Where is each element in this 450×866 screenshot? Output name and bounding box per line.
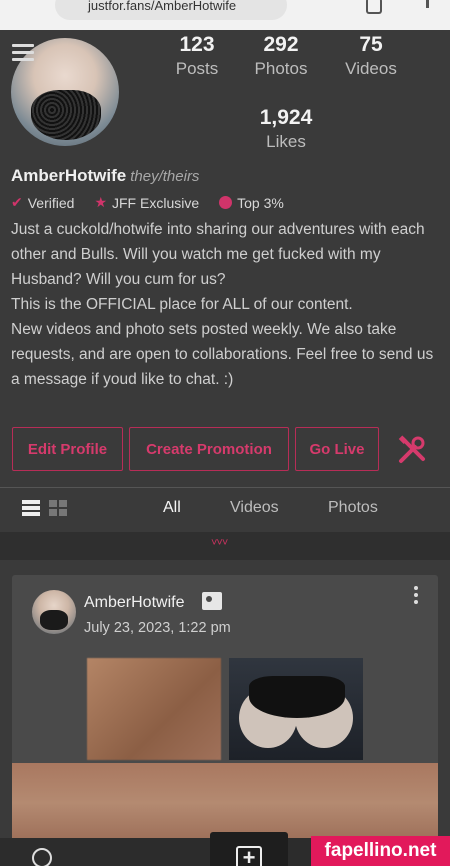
tabs-icon[interactable] <box>366 0 382 14</box>
bio-line-3: New videos and photo sets posted weekly.… <box>11 321 434 388</box>
posts-count: 123 <box>179 33 215 56</box>
profile-username: AmberHotwife they/theirs <box>11 166 199 186</box>
post-avatar[interactable] <box>32 590 76 634</box>
pronouns: they/theirs <box>130 168 200 185</box>
expand-chevrons-icon[interactable]: ˅˅˅ <box>211 537 228 549</box>
likes-count: 1,924 <box>259 106 313 129</box>
tab-videos[interactable]: Videos <box>230 499 279 517</box>
bio-line-2: This is the OFFICIAL place for ALL of ou… <box>11 296 353 313</box>
watermark: fapellino.net <box>311 836 450 866</box>
post-date: July 23, 2023, 1:22 pm <box>84 620 231 636</box>
check-icon: ✔ <box>11 194 23 210</box>
stat-posts[interactable]: 123 Posts <box>157 33 237 79</box>
photos-count: 292 <box>263 33 299 56</box>
exclusive-badge: ★ JFF Exclusive <box>94 194 199 211</box>
star-icon: ★ <box>94 194 107 210</box>
address-text: justfor.fans/AmberHotwife <box>88 0 237 13</box>
top-rank-icon <box>219 196 233 209</box>
top-label: Top 3% <box>237 194 284 211</box>
post-options-icon[interactable] <box>414 586 418 607</box>
stat-likes: 1,924 Likes <box>246 106 326 152</box>
profile-badges: ✔ Verified ★ JFF Exclusive Top 3% <box>11 194 284 211</box>
divider <box>0 487 450 488</box>
stat-videos[interactable]: 75 Videos <box>331 33 411 79</box>
create-promotion-button[interactable]: Create Promotion <box>129 427 289 471</box>
posts-label: Posts <box>175 59 219 78</box>
bio-line-1: Just a cuckold/hotwife into sharing our … <box>11 221 425 288</box>
post-author[interactable]: AmberHotwife <box>84 594 184 612</box>
plus-icon: + <box>236 846 262 866</box>
top-badge: Top 3% <box>219 195 284 211</box>
list-view-icon[interactable] <box>22 500 40 516</box>
edit-profile-button[interactable]: Edit Profile <box>12 427 123 471</box>
post-image-1[interactable] <box>87 658 221 760</box>
likes-label: Likes <box>266 132 306 151</box>
browser-url-bar: justfor.fans/AmberHotwife <box>0 0 450 30</box>
username-text: AmberHotwife <box>11 166 127 185</box>
grid-view-icon[interactable] <box>49 500 67 516</box>
verified-badge: ✔ Verified <box>11 194 74 211</box>
subscribers-only-icon <box>202 592 222 610</box>
videos-count: 75 <box>359 33 383 56</box>
menu-icon[interactable] <box>12 44 34 65</box>
verified-label: Verified <box>27 194 75 211</box>
search-icon[interactable] <box>32 848 52 866</box>
stat-photos[interactable]: 292 Photos <box>241 33 321 79</box>
profile-bio: Just a cuckold/hotwife into sharing our … <box>11 217 441 392</box>
tab-photos[interactable]: Photos <box>328 499 378 517</box>
post-image-large[interactable] <box>12 763 438 843</box>
tab-all[interactable]: All <box>163 499 181 517</box>
tools-icon[interactable] <box>397 435 427 465</box>
videos-label: Videos <box>345 59 397 78</box>
photos-label: Photos <box>254 59 308 78</box>
go-live-button[interactable]: Go Live <box>295 427 379 471</box>
browser-menu-icon[interactable] <box>426 0 429 8</box>
exclusive-label: JFF Exclusive <box>112 194 200 211</box>
post-image-2[interactable] <box>229 658 363 760</box>
